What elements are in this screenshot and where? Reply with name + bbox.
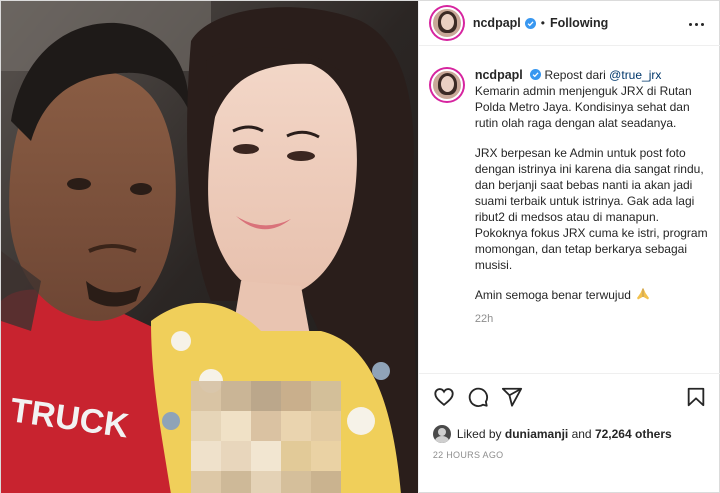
repost-prefix: Repost dari [544,68,606,82]
post-photo[interactable]: TRUCK [1,1,418,493]
caption-avatar[interactable] [430,69,463,101]
caption-username[interactable]: ncdpapl [475,68,523,82]
likes-connector: and [571,427,592,441]
heart-icon[interactable] [433,386,457,410]
post-age: 22 HOURS AGO [432,450,504,460]
caption-timestamp: 22h [474,313,494,325]
post-photo-image: TRUCK [1,1,418,493]
post-side-panel: ncdpapl • Following ncdpapl Repost dari … [417,1,720,493]
avatar[interactable] [430,7,463,39]
action-bar [433,386,709,410]
caption-paragraph-text: Amin semoga benar terwujud [474,288,631,302]
bookmark-icon[interactable] [685,386,709,410]
likes-summary: Liked by duniamanji and 72,264 others [432,425,672,443]
separator-dot: • [540,16,545,30]
caption-paragraph: Amin semoga benar terwujud [475,287,713,303]
caption-paragraph: JRX berpesan ke Admin untuk post foto de… [474,146,708,272]
verified-badge-icon [524,17,536,29]
more-options-icon[interactable] [688,17,707,31]
liker-avatar[interactable] [432,425,451,443]
following-button[interactable]: Following [550,16,608,30]
verified-badge-icon [530,69,542,80]
instagram-post: TRUCK ncdpapl • Following ncdpapl Repost… [0,0,720,493]
post-header: ncdpapl • Following [418,1,720,46]
post-caption: ncdpapl Repost dari @true_jrx Kemarin ad… [430,67,713,327]
liker-username[interactable]: duniamanji [505,427,568,441]
caption-paragraph: Kemarin admin menjenguk JRX di Rutan Pol… [474,84,692,130]
likes-count[interactable]: 72,264 others [595,427,672,441]
caption-body: ncdpapl Repost dari @true_jrx Kemarin ad… [475,67,713,327]
header-username[interactable]: ncdpapl [473,16,521,30]
share-icon[interactable] [501,386,525,410]
likes-prefix: Liked by [456,427,502,441]
post-actions-section: Liked by duniamanji and 72,264 others 22… [418,373,720,493]
comment-icon[interactable] [467,386,491,410]
praying-hands-icon [636,288,650,300]
repost-mention-link[interactable]: @true_jrx [609,68,661,82]
